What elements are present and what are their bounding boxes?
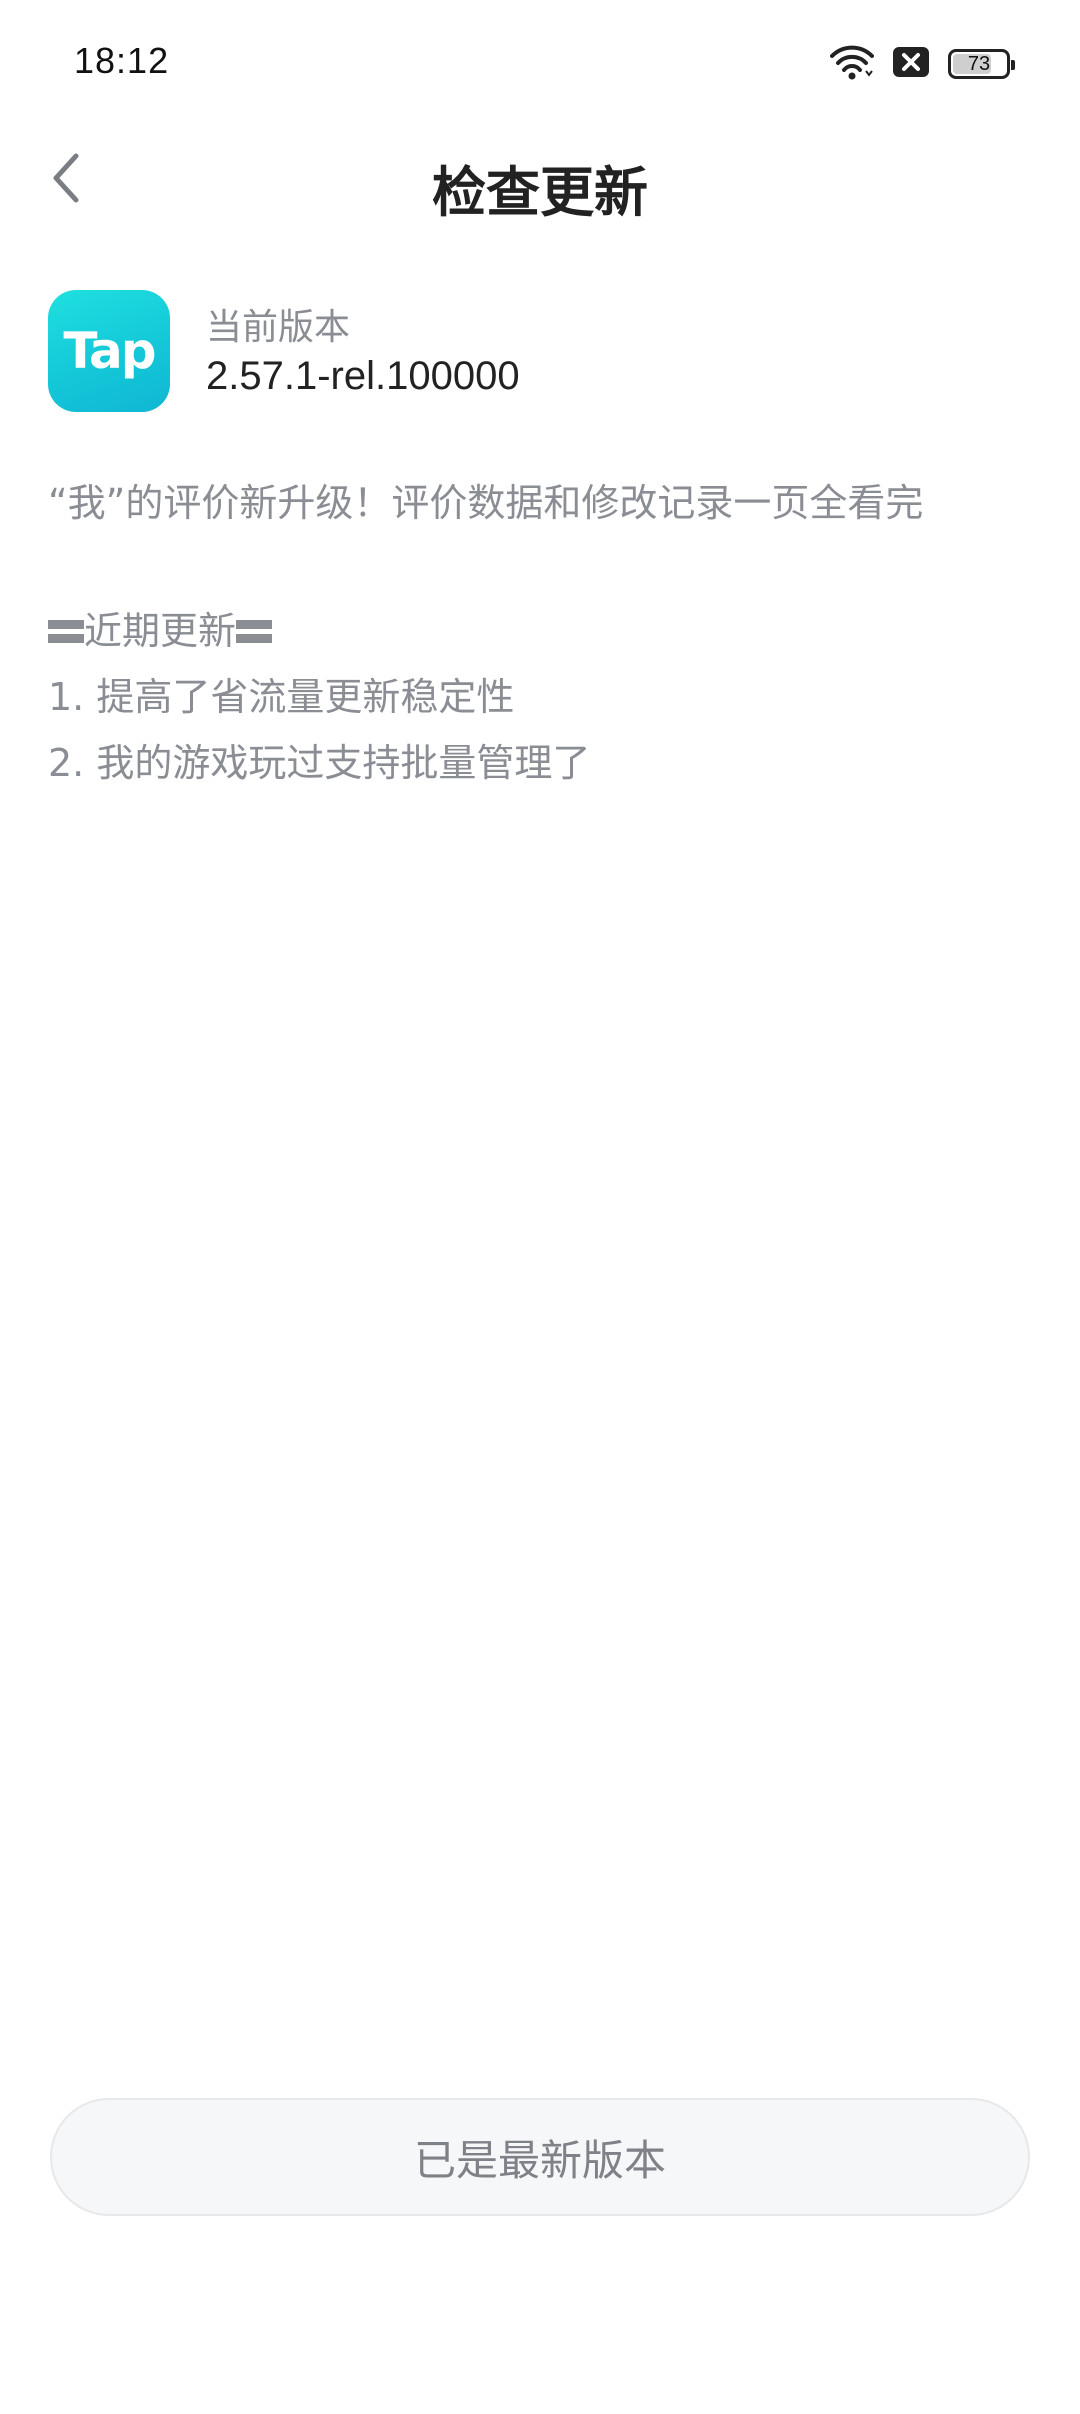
list-item: 2. 我的游戏玩过支持批量管理了 [48,741,591,785]
notification-x-icon [892,46,930,82]
release-notes: “我”的评价新升级！评价数据和修改记录一页全看完 近期更新 1. 提高了省流量更… [48,470,1038,796]
nav-bar: 检查更新 [0,130,1080,230]
status-time: 18:12 [74,40,170,81]
wifi-icon [830,44,874,84]
section-title-row: 近期更新 [48,598,1038,664]
section-marker-icon [48,616,84,646]
list-item: 1. 提高了省流量更新稳定性 [48,675,515,719]
release-headline: “我”的评价新升级！评价数据和修改记录一页全看完 [48,481,924,525]
app-logo: Tap [48,290,170,412]
battery-level: 73 [967,52,991,75]
battery-icon: 73 [948,49,1015,79]
page-title: 检查更新 [432,161,648,224]
version-label: 当前版本 [206,307,351,348]
version-value: 2.57.1-rel.100000 [206,354,520,398]
section-title: 近期更新 [84,609,237,653]
section-marker-icon [236,616,273,646]
app-logo-text: Tap [63,322,156,380]
latest-version-button[interactable]: 已是最新版本 [50,2098,1030,2216]
status-icons: 73 [830,42,1015,86]
status-bar: 18:12 73 [0,0,1080,130]
